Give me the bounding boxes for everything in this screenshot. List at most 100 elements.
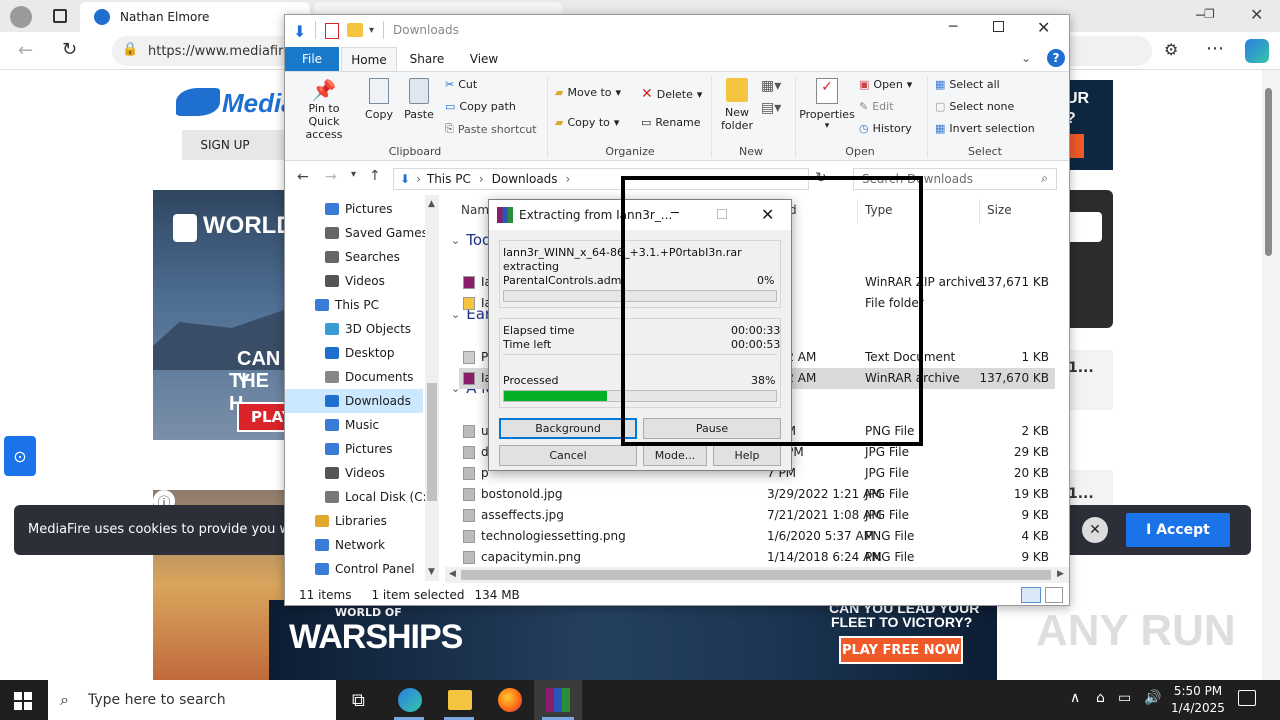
network-tray-icon[interactable]: ⌂ [1096, 690, 1105, 706]
extensions-icon[interactable]: ⚙ [1164, 40, 1178, 59]
copy-to-button[interactable]: ▰ Copy to ▾ [555, 116, 619, 129]
recent-locations-icon[interactable]: ▾ [351, 169, 356, 180]
edge-taskbar-icon[interactable] [398, 688, 422, 712]
bottom-ad-cta[interactable]: PLAY FREE NOW [839, 636, 963, 664]
left-ad-cta[interactable]: PLAY [237, 402, 284, 432]
nav-item[interactable]: Desktop [325, 341, 395, 365]
explorer-close-icon[interactable]: ✕ [1037, 18, 1050, 37]
background-button[interactable]: Background [499, 418, 637, 439]
pin-quick-access-button[interactable]: 📌 Pin to Quick access [289, 78, 359, 141]
details-view-icon[interactable] [1021, 587, 1041, 603]
qat-dropdown-icon[interactable]: ▾ [369, 25, 374, 36]
task-view-icon[interactable]: ⧉ [352, 690, 365, 711]
clock-time[interactable]: 5:50 PM [1168, 684, 1228, 698]
nav-item[interactable]: Downloads [285, 389, 423, 413]
nav-item[interactable]: Local Disk (C:) [325, 485, 431, 509]
show-hidden-icons-icon[interactable]: ∧ [1070, 690, 1080, 706]
browser-tab-active[interactable]: Nathan Elmore [80, 2, 310, 32]
move-to-button[interactable]: ▰ Move to ▾ [555, 86, 621, 99]
nav-item[interactable]: Libraries [315, 509, 387, 533]
help-button[interactable]: Help [713, 445, 781, 466]
restore-browser-icon[interactable]: ❐ [1204, 7, 1215, 21]
more-menu-icon[interactable]: ⋯ [1206, 38, 1224, 59]
nav-item[interactable]: Videos [325, 269, 385, 293]
left-ad[interactable]: WORLD CAN Y THE H PLAY [153, 190, 284, 440]
new-item-icon[interactable]: ▦▾ [761, 78, 781, 94]
winrar-taskbar-slot[interactable] [534, 680, 582, 720]
hscroll-right-icon[interactable]: ▶ [1057, 569, 1064, 579]
paste-button[interactable]: Paste [401, 78, 437, 121]
tab-home[interactable]: Home [341, 47, 397, 71]
column-size[interactable]: Size [987, 203, 1012, 217]
side-widget-icon[interactable]: ⊙ [4, 436, 36, 476]
back-arrow-icon[interactable]: ← [297, 169, 309, 185]
file-row[interactable]: capacitymin.png 1/14/2018 6:24 AM PNG File… [459, 547, 1055, 565]
hscroll-left-icon[interactable]: ◀ [449, 569, 456, 579]
navscroll-thumb[interactable] [427, 383, 437, 501]
hscroll-thumb[interactable] [461, 570, 1051, 580]
large-icons-view-icon[interactable] [1045, 587, 1063, 603]
quick-access-down-icon[interactable]: ⬇ [293, 22, 306, 41]
back-icon[interactable]: ← [18, 40, 33, 61]
nav-item[interactable]: Videos [325, 461, 385, 485]
mode-button[interactable]: Mode... [643, 445, 707, 466]
navscroll-down-icon[interactable]: ▼ [428, 567, 435, 577]
notifications-icon[interactable] [1238, 690, 1256, 706]
explorer-maximize-icon[interactable] [993, 21, 1004, 32]
nav-item[interactable]: Saved Games [325, 221, 428, 245]
firefox-taskbar-icon[interactable] [498, 688, 522, 712]
page-scrollbar-thumb[interactable] [1265, 88, 1272, 256]
cookie-close-icon[interactable]: ✕ [1082, 517, 1108, 543]
new-folder-qat-icon[interactable] [347, 23, 363, 37]
properties-qat-icon[interactable] [325, 23, 339, 39]
right-panel-button[interactable] [1066, 212, 1102, 242]
close-browser-icon[interactable]: ✕ [1250, 5, 1263, 24]
breadcrumb-downloads[interactable]: Downloads [492, 172, 558, 186]
rename-button[interactable]: ▭ Rename [641, 116, 701, 129]
nav-item[interactable]: This PC [315, 293, 379, 317]
navscroll-up-icon[interactable]: ▲ [428, 199, 435, 209]
up-arrow-icon[interactable]: ↑ [369, 168, 381, 184]
nav-item[interactable]: Music [325, 413, 379, 437]
history-button[interactable]: ◷ History [859, 122, 912, 135]
properties-button[interactable]: ✓ Properties ▾ [799, 78, 855, 131]
file-row[interactable]: technologiessetting.png 1/6/2020 5:37 AM P… [459, 526, 1055, 547]
explorer-minimize-icon[interactable]: ─ [949, 19, 957, 35]
ribbon-expand-icon[interactable]: ⌄ [1021, 51, 1031, 65]
file-row[interactable]: asseffects.jpg 7/21/2021 1:08 AM JPG File 9… [459, 505, 1055, 526]
signup-button[interactable]: SIGN UP [182, 130, 268, 160]
tray-display-icon[interactable]: ▭ [1118, 690, 1131, 706]
file-explorer-taskbar-icon[interactable] [448, 690, 472, 710]
copy-path-button[interactable]: ▭ Copy path [445, 100, 516, 113]
edit-button[interactable]: ✎ Edit [859, 100, 894, 113]
easy-access-icon[interactable]: ▤▾ [761, 100, 781, 116]
profile-avatar-icon[interactable] [10, 6, 32, 28]
nav-item[interactable]: 3D Objects [325, 317, 411, 341]
nav-item[interactable]: Documents [325, 365, 413, 389]
tab-view[interactable]: View [459, 47, 509, 71]
refresh-icon[interactable]: ↻ [62, 39, 77, 60]
nav-item[interactable]: Pictures [325, 437, 393, 461]
nav-item[interactable]: Network [315, 533, 385, 557]
volume-icon[interactable]: 🔊 [1144, 690, 1161, 706]
copy-button[interactable]: Copy [361, 78, 397, 121]
open-button[interactable]: ▣ Open ▾ [859, 78, 912, 91]
taskbar-search-box[interactable]: ⌕ Type here to search [48, 680, 336, 720]
tab-file[interactable]: File [285, 47, 339, 71]
tab-actions-icon[interactable] [53, 9, 67, 23]
search-icon[interactable]: ⌕ [1041, 171, 1048, 186]
copilot-icon[interactable] [1245, 39, 1269, 63]
breadcrumb-this-pc[interactable]: This PC [427, 172, 471, 186]
start-windows-icon[interactable] [14, 692, 32, 710]
paste-shortcut-button[interactable]: ⎘ Paste shortcut [445, 122, 537, 136]
navpane-scrollbar[interactable]: ▲ ▼ [425, 195, 439, 581]
clock-date[interactable]: 1/4/2025 [1168, 701, 1228, 715]
select-none-button[interactable]: ▢ Select none [935, 100, 1014, 113]
delete-button[interactable]: ✕ Delete ▾ [641, 86, 702, 102]
nav-item[interactable]: Pictures [325, 197, 393, 221]
nav-item[interactable]: Searches [325, 245, 400, 269]
cut-button[interactable]: ✂ Cut [445, 78, 477, 91]
file-row[interactable]: bostonold.jpg 3/29/2022 1:21 AM JPG File 19… [459, 484, 1055, 505]
invert-selection-button[interactable]: ▦ Invert selection [935, 122, 1035, 135]
accept-cookies-button[interactable]: I Accept [1126, 513, 1230, 547]
